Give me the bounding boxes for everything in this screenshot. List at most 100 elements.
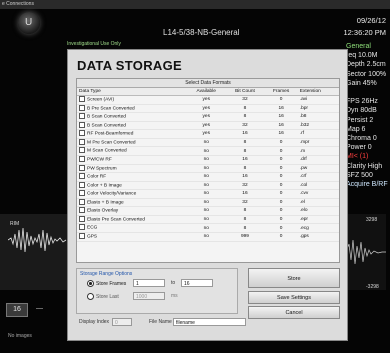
format-checkbox[interactable]: [79, 96, 85, 102]
data-type-cell: B Scan Converted: [77, 121, 188, 131]
table-row[interactable]: B Scan Converted yes 32 16 .b32: [77, 121, 339, 131]
extension-cell: .gps: [297, 232, 339, 242]
format-checkbox[interactable]: [79, 215, 85, 222]
storage-range-label: Storage Range Options: [80, 271, 133, 277]
select-formats-header: Select Data Formats: [77, 79, 339, 88]
table-row[interactable]: Color + B Image no 32 0 .col: [77, 181, 339, 191]
data-type-cell: Color Velocity/Variance: [77, 189, 188, 199]
ms-label: ms: [171, 293, 178, 299]
table-row[interactable]: B Scan Converted yes 8 16 .b8: [77, 112, 339, 122]
format-checkbox[interactable]: [79, 155, 85, 162]
param-line: Dyn 80dB: [346, 107, 377, 115]
table-row[interactable]: M Scan Converted no 8 0 .m: [77, 146, 339, 156]
data-type-label: RF Post-Beamformed: [87, 131, 134, 137]
no-images-label: No images: [8, 333, 32, 339]
table-row[interactable]: Elasto Overlay no 8 0 .elo: [77, 206, 339, 216]
col-data-type: Data Type: [77, 88, 188, 96]
frames-cell: 0: [264, 164, 298, 174]
table-row[interactable]: Screen (AVI) yes 32 0 .avi: [77, 95, 339, 105]
format-checkbox[interactable]: [79, 190, 85, 197]
cancel-button[interactable]: Cancel: [248, 306, 340, 319]
table-row[interactable]: Color RF no 16 0 .crf: [77, 172, 339, 182]
available-cell: no: [187, 155, 226, 165]
table-row[interactable]: RF Post-Beamformed yes 16 16 .rf: [77, 129, 339, 139]
bit-count-cell: 8: [225, 223, 265, 233]
available-cell: no: [187, 232, 226, 242]
format-checkbox[interactable]: [79, 113, 85, 120]
format-checkbox[interactable]: [79, 233, 85, 239]
format-checkbox[interactable]: [79, 147, 85, 154]
waveform-min-label: -3298: [366, 284, 379, 290]
extension-cell: .crf: [297, 172, 339, 182]
table-row[interactable]: ECG no 8 0 .ecg: [77, 223, 339, 233]
bit-count-cell: 16: [225, 129, 265, 139]
bit-count-cell: 16: [225, 189, 265, 199]
display-index-input[interactable]: 0: [112, 318, 132, 326]
bit-count-cell: 8: [225, 146, 265, 156]
store-frames-option[interactable]: Store Frames: [87, 280, 126, 287]
probe-label: L14-5/38-NB-General: [163, 28, 240, 37]
frames-cell: 16: [264, 129, 298, 139]
file-name-input[interactable]: filename: [173, 318, 246, 326]
store-last-input[interactable]: 1000: [133, 292, 165, 300]
table-row[interactable]: PW/CW RF no 16 0 .drf: [77, 155, 339, 165]
format-checkbox[interactable]: [79, 130, 85, 137]
store-frames-from-input[interactable]: 1: [133, 279, 165, 287]
available-cell: no: [187, 172, 226, 182]
format-checkbox[interactable]: [79, 104, 85, 111]
data-type-label: ECG: [87, 225, 98, 231]
store-button[interactable]: Store: [248, 268, 340, 288]
format-checkbox[interactable]: [79, 224, 85, 231]
table-row[interactable]: M Pre Scan Converted no 8 0 .mpr: [77, 138, 339, 148]
param-line: Acquire B/RF: [346, 181, 388, 189]
format-checkbox[interactable]: [79, 121, 85, 128]
window-title: e Connections: [2, 1, 34, 7]
save-settings-button[interactable]: Save Settings: [248, 291, 340, 304]
extension-cell: .bpr: [297, 104, 339, 114]
format-checkbox[interactable]: [79, 207, 85, 214]
available-cell: yes: [187, 104, 226, 114]
format-checkbox[interactable]: [79, 198, 85, 205]
data-format-table: Select Data Formats Data Type Available …: [76, 78, 340, 263]
store-last-radio[interactable]: [87, 293, 94, 300]
format-checkbox[interactable]: [79, 164, 85, 171]
data-type-cell: Color + B Image: [77, 181, 188, 191]
data-type-label: PW Spectrum: [87, 165, 117, 171]
param-line: SFZ 500: [346, 171, 373, 179]
depth-value[interactable]: 16: [6, 303, 28, 317]
table-row[interactable]: Elasto + B Image no 32 0 .el: [77, 198, 339, 208]
bit-count-cell: 32: [225, 121, 265, 131]
param-line: Persist 2: [346, 116, 374, 124]
param-line: Power 0: [346, 144, 372, 152]
right-waveform-panel: [345, 214, 386, 290]
data-type-label: Elasto Pre Scan Converted: [87, 217, 145, 223]
arrow-left-icon[interactable]: —: [36, 305, 43, 312]
table-row[interactable]: PW Spectrum no 8 0 .pw: [77, 164, 339, 174]
data-type-label: GPS: [87, 234, 98, 240]
available-cell: no: [187, 181, 226, 191]
store-frames-label: Store Frames: [96, 280, 127, 287]
to-label: to: [171, 280, 176, 286]
param-line: Depth 2.5cm: [346, 61, 386, 69]
format-checkbox[interactable]: [79, 138, 85, 145]
table-row[interactable]: GPS no 999 0 .gps: [77, 232, 339, 242]
store-last-option[interactable]: Store Last: [87, 293, 119, 300]
store-frames-to-input[interactable]: 16: [181, 279, 213, 287]
table-row[interactable]: Color Velocity/Variance no 16 0 .cvv: [77, 189, 339, 199]
data-type-cell: Color RF: [77, 172, 188, 182]
format-checkbox[interactable]: [79, 181, 85, 188]
frames-cell: 0: [264, 181, 298, 191]
table-row[interactable]: Elasto Pre Scan Converted no 8 0 .epr: [77, 215, 339, 225]
data-type-cell: Elasto Pre Scan Converted: [77, 215, 188, 225]
data-type-label: Color RF: [87, 174, 107, 180]
data-type-label: Elasto Overlay: [87, 208, 119, 214]
waveform-max-label: 3298: [366, 217, 378, 223]
bit-count-cell: 32: [225, 181, 265, 191]
data-type-cell: B Pre Scan Converted: [77, 104, 188, 114]
format-checkbox[interactable]: [79, 173, 85, 180]
preset-label: General: [346, 43, 371, 50]
bit-count-cell: 16: [225, 172, 265, 182]
table-row[interactable]: B Pre Scan Converted yes 8 16 .bpr: [77, 104, 339, 114]
mi-indicator: MI< (1): [346, 153, 369, 161]
store-frames-radio[interactable]: [87, 280, 94, 287]
